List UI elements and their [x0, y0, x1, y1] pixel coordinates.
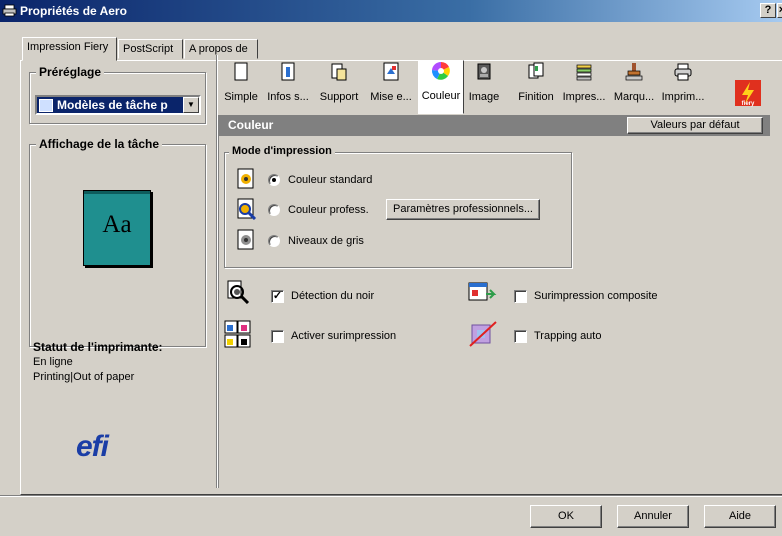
radio-professional-color[interactable]	[268, 204, 280, 216]
title-bar[interactable]: Propriétés de Aero ? ×	[0, 0, 782, 22]
toolbar-finition-label: Finition	[518, 91, 554, 103]
toolbar-impression[interactable]: Impres...	[560, 62, 608, 114]
finishing-icon	[528, 62, 544, 79]
job-preview-thumbnail: Aa	[83, 190, 151, 266]
tab-a-propos[interactable]: A propos de	[184, 39, 258, 59]
window-title: Propriétés de Aero	[20, 4, 127, 18]
tab-impression-fiery[interactable]: Impression Fiery	[22, 37, 117, 61]
label-black-detection: Détection du noir	[291, 290, 375, 302]
close-title-button[interactable]: ×	[777, 3, 782, 18]
auto-trapping-icon	[469, 321, 497, 347]
chevron-down-icon[interactable]: ▼	[183, 97, 199, 113]
ok-button[interactable]: OK	[530, 505, 602, 528]
grayscale-icon	[237, 229, 254, 250]
label-enable-overprint: Activer surimpression	[291, 330, 397, 342]
printer-app-icon	[2, 4, 17, 17]
toolbar-layout-label: Mise e...	[370, 91, 412, 103]
info-page-icon	[281, 62, 295, 81]
checkbox-black-detection[interactable]: ✓	[271, 290, 284, 303]
preview-top-edge	[84, 191, 150, 194]
checkbox-enable-overprint[interactable]	[271, 330, 284, 343]
dialog-client: Impression Fiery PostScript A propos de …	[0, 22, 782, 536]
toolbar-image-label: Image	[468, 91, 500, 103]
printer-status-online: En ligne	[33, 356, 73, 368]
toolbar-imprimante[interactable]: Imprim...	[660, 62, 706, 114]
preview-text: Aa	[102, 211, 132, 238]
preset-value: Modèles de tâche p	[57, 98, 168, 112]
toolbar-support-label: Support	[319, 91, 359, 103]
toolbar-simple[interactable]: Simple	[220, 62, 262, 114]
printer-icon	[674, 63, 692, 81]
label-grayscale: Niveaux de gris	[288, 235, 364, 247]
label-standard-color: Couleur standard	[288, 174, 373, 186]
help-title-button[interactable]: ?	[760, 3, 776, 18]
color-wheel-icon	[431, 61, 450, 80]
preview-group-title: Affichage de la tâche	[36, 137, 163, 151]
toolbar-mise-en-page[interactable]: Mise e...	[366, 62, 416, 114]
toolbar-impression-label: Impres...	[562, 91, 606, 103]
tab-postscript[interactable]: PostScript	[118, 39, 183, 59]
standard-color-icon	[237, 168, 254, 189]
defaults-button[interactable]: Valeurs par défaut	[627, 117, 763, 134]
cancel-button[interactable]: Annuler	[617, 505, 689, 528]
toolbar-marquage[interactable]: Marqu...	[610, 62, 658, 114]
toolbar-marquage-label: Marqu...	[613, 91, 655, 103]
toolbar-infos[interactable]: Infos s...	[264, 62, 312, 114]
stack-icon	[576, 64, 592, 81]
checkbox-composite-overprint[interactable]	[514, 290, 527, 303]
toolbar-simple-label: Simple	[224, 91, 258, 103]
checkbox-auto-trapping[interactable]	[514, 330, 527, 343]
toolbar-infos-label: Infos s...	[267, 91, 309, 103]
svg-text:fiery: fiery	[742, 101, 755, 107]
blank-page-icon	[234, 62, 248, 81]
preset-icon	[39, 99, 53, 112]
section-title: Couleur	[228, 118, 274, 132]
label-composite-overprint: Surimpression composite	[534, 290, 658, 302]
toolbar-support[interactable]: Support	[314, 62, 364, 114]
label-auto-trapping: Trapping auto	[534, 330, 602, 342]
composite-overprint-icon	[468, 282, 497, 301]
preset-group-title: Préréglage	[36, 65, 105, 79]
efi-logo: efi	[76, 430, 109, 463]
printer-status-title: Statut de l'imprimante:	[33, 340, 163, 354]
toolbar-finition[interactable]: Finition	[514, 62, 558, 114]
radio-grayscale[interactable]	[268, 235, 280, 247]
black-detection-icon	[227, 280, 250, 304]
print-mode-title: Mode d'impression	[229, 145, 335, 157]
overprint-icon	[224, 320, 251, 348]
toolbar-couleur-label: Couleur	[421, 90, 461, 102]
help-button[interactable]: Aide	[704, 505, 776, 528]
media-icon	[331, 63, 347, 81]
preset-select[interactable]: Modèles de tâche p ▼	[35, 95, 201, 115]
stamp-icon	[625, 63, 643, 81]
footer-divider	[0, 495, 782, 497]
layout-icon	[383, 62, 399, 81]
printer-status-detail: Printing|Out of paper	[33, 371, 135, 383]
toolbar-imprimante-label: Imprim...	[661, 91, 705, 103]
professional-settings-button[interactable]: Paramètres professionnels...	[386, 199, 540, 220]
professional-color-icon	[237, 198, 257, 220]
toolbar-image[interactable]: Image	[466, 62, 502, 114]
radio-standard-color[interactable]	[268, 174, 280, 186]
toolbar-couleur[interactable]: Couleur	[418, 60, 464, 114]
fiery-logo-icon: fiery	[735, 80, 761, 107]
image-icon	[477, 63, 491, 80]
label-professional-color: Couleur profess.	[288, 204, 369, 216]
